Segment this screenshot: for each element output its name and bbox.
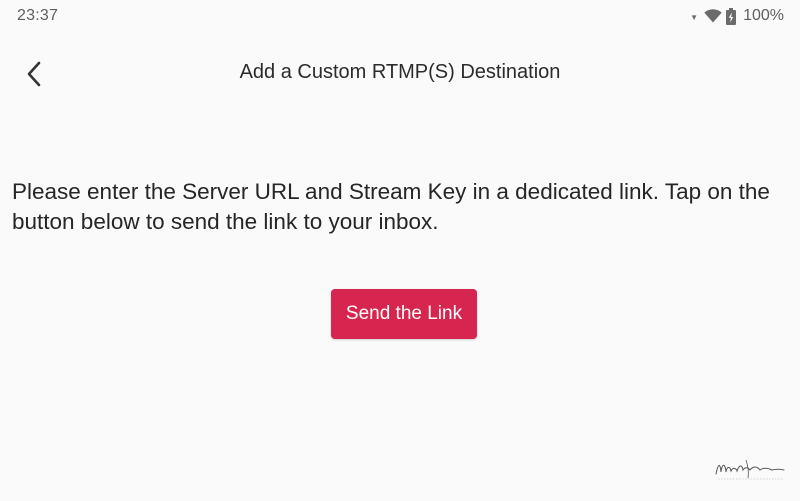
instructions-text: Please enter the Server URL and Stream K… xyxy=(12,179,770,234)
app-bar: Add a Custom RTMP(S) Destination xyxy=(0,46,800,100)
send-link-button[interactable]: Send the Link xyxy=(331,289,477,339)
signature-watermark xyxy=(712,452,788,486)
page-title: Add a Custom RTMP(S) Destination xyxy=(239,61,561,83)
battery-percent: 100% xyxy=(743,7,784,24)
status-icons: ▼ 100% xyxy=(690,6,784,26)
wifi-icon xyxy=(704,9,722,23)
status-time: 23:37 xyxy=(17,7,59,24)
signal-arrow-icon: ▼ xyxy=(690,13,699,22)
battery-charging-icon xyxy=(726,7,737,25)
screen: 23:37 ▼ 100% Add a Custom RTMP(S) Destin… xyxy=(0,0,800,501)
status-bar: 23:37 ▼ 100% xyxy=(0,0,800,32)
